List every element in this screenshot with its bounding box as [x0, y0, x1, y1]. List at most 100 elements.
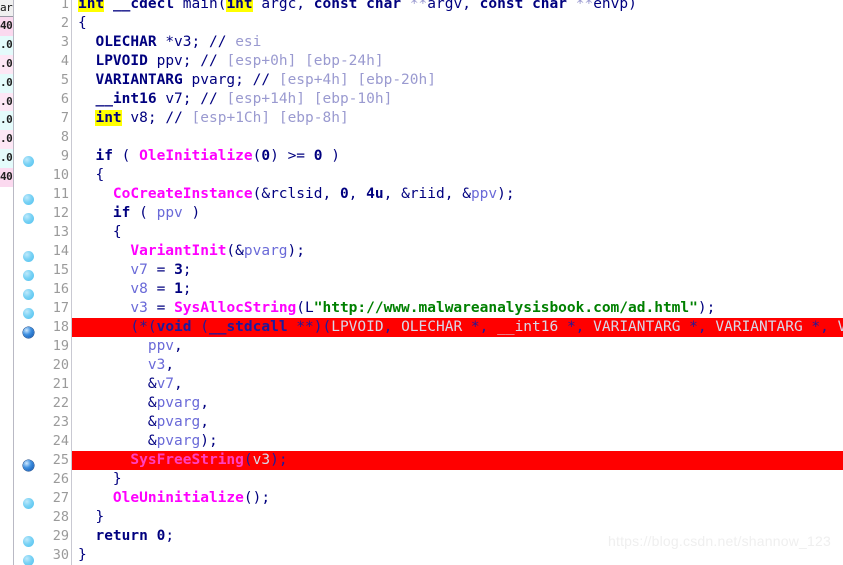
- code-line[interactable]: 16 v8 = 1;: [46, 280, 843, 299]
- left-strip-row[interactable]: .0: [0, 149, 13, 169]
- breakpoint-available-icon[interactable]: [23, 536, 34, 547]
- gutter-row-23[interactable]: [14, 418, 46, 437]
- code-line-text[interactable]: &pvarg);: [72, 432, 843, 451]
- code-line[interactable]: 7 int v8; // [esp+1Ch] [ebp-8h]: [46, 109, 843, 128]
- gutter-row-27[interactable]: [14, 494, 46, 513]
- gutter-row-2[interactable]: [14, 19, 46, 38]
- code-line-text[interactable]: VariantInit(&pvarg);: [72, 242, 843, 261]
- code-line-text[interactable]: LPVOID ppv; // [esp+0h] [ebp-24h]: [72, 52, 843, 71]
- breakpoint-available-icon[interactable]: [23, 156, 34, 167]
- code-line[interactable]: 2{: [46, 14, 843, 33]
- breakpoint-set-icon[interactable]: [23, 460, 34, 471]
- code-line-text[interactable]: __int16 v7; // [esp+14h] [ebp-10h]: [72, 90, 843, 109]
- breakpoint-available-icon[interactable]: [23, 270, 34, 281]
- code-line-text[interactable]: int v8; // [esp+1Ch] [ebp-8h]: [72, 109, 843, 128]
- code-line[interactable]: 14 VariantInit(&pvarg);: [46, 242, 843, 261]
- gutter-row-22[interactable]: [14, 399, 46, 418]
- code-line-text[interactable]: {: [72, 166, 843, 185]
- left-strip-row[interactable]: .0: [0, 92, 13, 112]
- code-line[interactable]: 17 v3 = SysAllocString(L"http://www.malw…: [46, 299, 843, 318]
- gutter-row-9[interactable]: [14, 152, 46, 171]
- code-line-text[interactable]: OleUninitialize();: [72, 489, 843, 508]
- pseudocode-pane[interactable]: 1 int __cdecl main(int argc, const char *…: [46, 0, 843, 565]
- code-line-text[interactable]: {: [72, 14, 843, 33]
- gutter-row-4[interactable]: [14, 57, 46, 76]
- code-line[interactable]: 22 &pvarg,: [46, 394, 843, 413]
- code-line-text[interactable]: {: [72, 223, 843, 242]
- code-line[interactable]: 28 }: [46, 508, 843, 527]
- code-line[interactable]: 6 __int16 v7; // [esp+14h] [ebp-10h]: [46, 90, 843, 109]
- code-line[interactable]: 5 VARIANTARG pvarg; // [esp+4h] [ebp-20h…: [46, 71, 843, 90]
- left-listing-strip[interactable]: ar 40 .0 .0 .0 .0 .0 .0 .0 40: [0, 0, 14, 565]
- code-line-text[interactable]: v8 = 1;: [72, 280, 843, 299]
- code-line[interactable]: 25 SysFreeString(v3);: [46, 451, 843, 470]
- left-strip-row[interactable]: .0: [0, 130, 13, 150]
- code-line-text[interactable]: (*(void (__stdcall **)(LPVOID, OLECHAR *…: [72, 318, 843, 337]
- code-line-text[interactable]: ppv,: [72, 337, 843, 356]
- code-line[interactable]: 15 v7 = 3;: [46, 261, 843, 280]
- code-line[interactable]: 1 int __cdecl main(int argc, const char *…: [46, 0, 843, 14]
- code-line[interactable]: 26 }: [46, 470, 843, 489]
- left-strip-row[interactable]: .0: [0, 73, 13, 93]
- code-line-text[interactable]: VARIANTARG pvarg; // [esp+4h] [ebp-20h]: [72, 71, 843, 90]
- code-line[interactable]: 4 LPVOID ppv; // [esp+0h] [ebp-24h]: [46, 52, 843, 71]
- gutter-row-5[interactable]: [14, 76, 46, 95]
- code-line-text[interactable]: v3,: [72, 356, 843, 375]
- code-line-text[interactable]: SysFreeString(v3);: [72, 451, 843, 470]
- code-line[interactable]: 24 &pvarg);: [46, 432, 843, 451]
- gutter-row-11[interactable]: [14, 190, 46, 209]
- gutter-row-7[interactable]: [14, 114, 46, 133]
- breakpoint-available-icon[interactable]: [23, 289, 34, 300]
- code-line-text[interactable]: if ( ppv ): [72, 204, 843, 223]
- gutter-row-13[interactable]: [14, 228, 46, 247]
- code-line[interactable]: 8: [46, 128, 843, 147]
- breakpoint-available-icon[interactable]: [23, 555, 34, 565]
- gutter-row-6[interactable]: [14, 95, 46, 114]
- code-line[interactable]: 13 {: [46, 223, 843, 242]
- gutter-row-24[interactable]: [14, 437, 46, 456]
- gutter-row-14[interactable]: [14, 247, 46, 266]
- gutter-row-18[interactable]: [14, 323, 46, 342]
- breakpoint-available-icon[interactable]: [23, 251, 34, 262]
- gutter-row-8[interactable]: [14, 133, 46, 152]
- code-line[interactable]: 10 {: [46, 166, 843, 185]
- breakpoint-available-icon[interactable]: [23, 194, 34, 205]
- gutter-row-28[interactable]: [14, 513, 46, 532]
- code-line-text[interactable]: v7 = 3;: [72, 261, 843, 280]
- code-line-text[interactable]: }: [72, 470, 843, 489]
- code-line-text[interactable]: }: [72, 508, 843, 527]
- code-line[interactable]: 23 &pvarg,: [46, 413, 843, 432]
- code-line-text[interactable]: &pvarg,: [72, 413, 843, 432]
- gutter-row-25[interactable]: [14, 456, 46, 475]
- gutter-row-19[interactable]: [14, 342, 46, 361]
- code-line-text[interactable]: [72, 128, 843, 147]
- breakpoint-available-icon[interactable]: [23, 308, 34, 319]
- breakpoint-set-icon[interactable]: [23, 327, 34, 338]
- code-line[interactable]: 3 OLECHAR *v3; // esi: [46, 33, 843, 52]
- left-strip-row[interactable]: 40: [0, 168, 13, 188]
- code-line[interactable]: 12 if ( ppv ): [46, 204, 843, 223]
- gutter-row-16[interactable]: [14, 285, 46, 304]
- code-line[interactable]: 27 OleUninitialize();: [46, 489, 843, 508]
- code-line-text[interactable]: &pvarg,: [72, 394, 843, 413]
- left-strip-row[interactable]: .0: [0, 54, 13, 74]
- gutter-row-17[interactable]: [14, 304, 46, 323]
- breakpoint-gutter[interactable]: [14, 0, 46, 565]
- gutter-row-21[interactable]: [14, 380, 46, 399]
- gutter-row-29[interactable]: [14, 532, 46, 551]
- code-line[interactable]: 20 v3,: [46, 356, 843, 375]
- gutter-row-3[interactable]: [14, 38, 46, 57]
- code-line[interactable]: 18 (*(void (__stdcall **)(LPVOID, OLECHA…: [46, 318, 843, 337]
- gutter-row-20[interactable]: [14, 361, 46, 380]
- gutter-row-30[interactable]: [14, 551, 46, 565]
- gutter-row-1[interactable]: [14, 0, 46, 19]
- breakpoint-available-icon[interactable]: [23, 498, 34, 509]
- gutter-row-10[interactable]: [14, 171, 46, 190]
- code-line[interactable]: 21 &v7,: [46, 375, 843, 394]
- gutter-row-26[interactable]: [14, 475, 46, 494]
- code-line[interactable]: 19 ppv,: [46, 337, 843, 356]
- code-line-text[interactable]: CoCreateInstance(&rclsid, 0, 4u, &riid, …: [72, 185, 843, 204]
- left-strip-row[interactable]: .0: [0, 111, 13, 131]
- breakpoint-available-icon[interactable]: [23, 213, 34, 224]
- code-line[interactable]: 11 CoCreateInstance(&rclsid, 0, 4u, &rii…: [46, 185, 843, 204]
